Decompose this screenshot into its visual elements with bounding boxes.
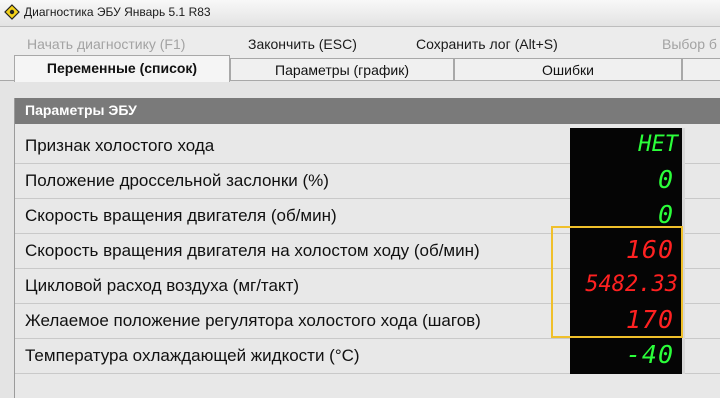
finish-button[interactable]: Закончить (ESC) — [248, 36, 357, 52]
app-logo-icon — [4, 4, 20, 20]
param-row-coolant-temp: Температура охлаждающей жидкости (°C) -4… — [15, 338, 720, 374]
tab-partial[interactable] — [682, 58, 720, 81]
param-value: 170 — [625, 305, 674, 334]
tab-content: Параметры ЭБУ Признак холостого хода НЕТ… — [0, 80, 720, 398]
param-label: Признак холостого хода — [25, 136, 215, 155]
param-value: 0 — [657, 165, 674, 194]
param-label: Скорость вращения двигателя на холостом … — [25, 241, 480, 260]
param-label: Скорость вращения двигателя (об/мин) — [25, 206, 337, 225]
lcd-display: -40 — [570, 338, 685, 374]
lcd-display: 5482.33 — [570, 268, 685, 304]
param-row-engine-speed: Скорость вращения двигателя (об/мин) 0 — [15, 198, 720, 234]
param-value: 0 — [657, 200, 674, 229]
ecu-parameters-panel: Параметры ЭБУ Признак холостого хода НЕТ… — [14, 98, 720, 398]
tab-errors[interactable]: Ошибки — [454, 58, 682, 81]
tab-bar: Переменные (список) Параметры (график) О… — [0, 55, 720, 82]
param-label: Температура охлаждающей жидкости (°C) — [25, 346, 360, 365]
save-log-button[interactable]: Сохранить лог (Alt+S) — [416, 36, 558, 52]
param-row-idle-regulator: Желаемое положение регулятора холостого … — [15, 303, 720, 339]
param-value: НЕТ — [638, 132, 678, 157]
tab-parameters-graph[interactable]: Параметры (график) — [230, 58, 454, 81]
lcd-display: НЕТ — [570, 128, 685, 164]
param-label: Положение дроссельной заслонки (%) — [25, 171, 329, 190]
tab-variables-list[interactable]: Переменные (список) — [14, 55, 230, 82]
param-row-idle-flag: Признак холостого хода НЕТ — [15, 128, 720, 164]
param-row-throttle: Положение дроссельной заслонки (%) 0 — [15, 163, 720, 199]
param-row-idle-speed: Скорость вращения двигателя на холостом … — [15, 233, 720, 269]
select-button[interactable]: Выбор б — [662, 36, 717, 52]
lcd-display: 170 — [570, 303, 685, 339]
param-value: 5482.33 — [585, 272, 678, 297]
start-diagnostics-button[interactable]: Начать диагностику (F1) — [27, 36, 185, 52]
title-bar: Диагностика ЭБУ Январь 5.1 R83 — [0, 0, 720, 27]
lcd-display: 0 — [570, 198, 685, 234]
panel-header: Параметры ЭБУ — [15, 98, 720, 124]
lcd-display: 160 — [570, 233, 685, 269]
param-label: Желаемое положение регулятора холостого … — [25, 311, 481, 330]
lcd-display: 0 — [570, 163, 685, 199]
param-value: 160 — [625, 235, 674, 264]
window-title: Диагностика ЭБУ Январь 5.1 R83 — [24, 5, 211, 19]
param-label: Цикловой расход воздуха (мг/такт) — [25, 276, 300, 295]
param-value: -40 — [625, 340, 674, 369]
panel-title: Параметры ЭБУ — [25, 102, 137, 118]
param-row-air-flow: Цикловой расход воздуха (мг/такт) 5482.3… — [15, 268, 720, 304]
toolbar: Начать диагностику (F1) Закончить (ESC) … — [0, 30, 720, 54]
